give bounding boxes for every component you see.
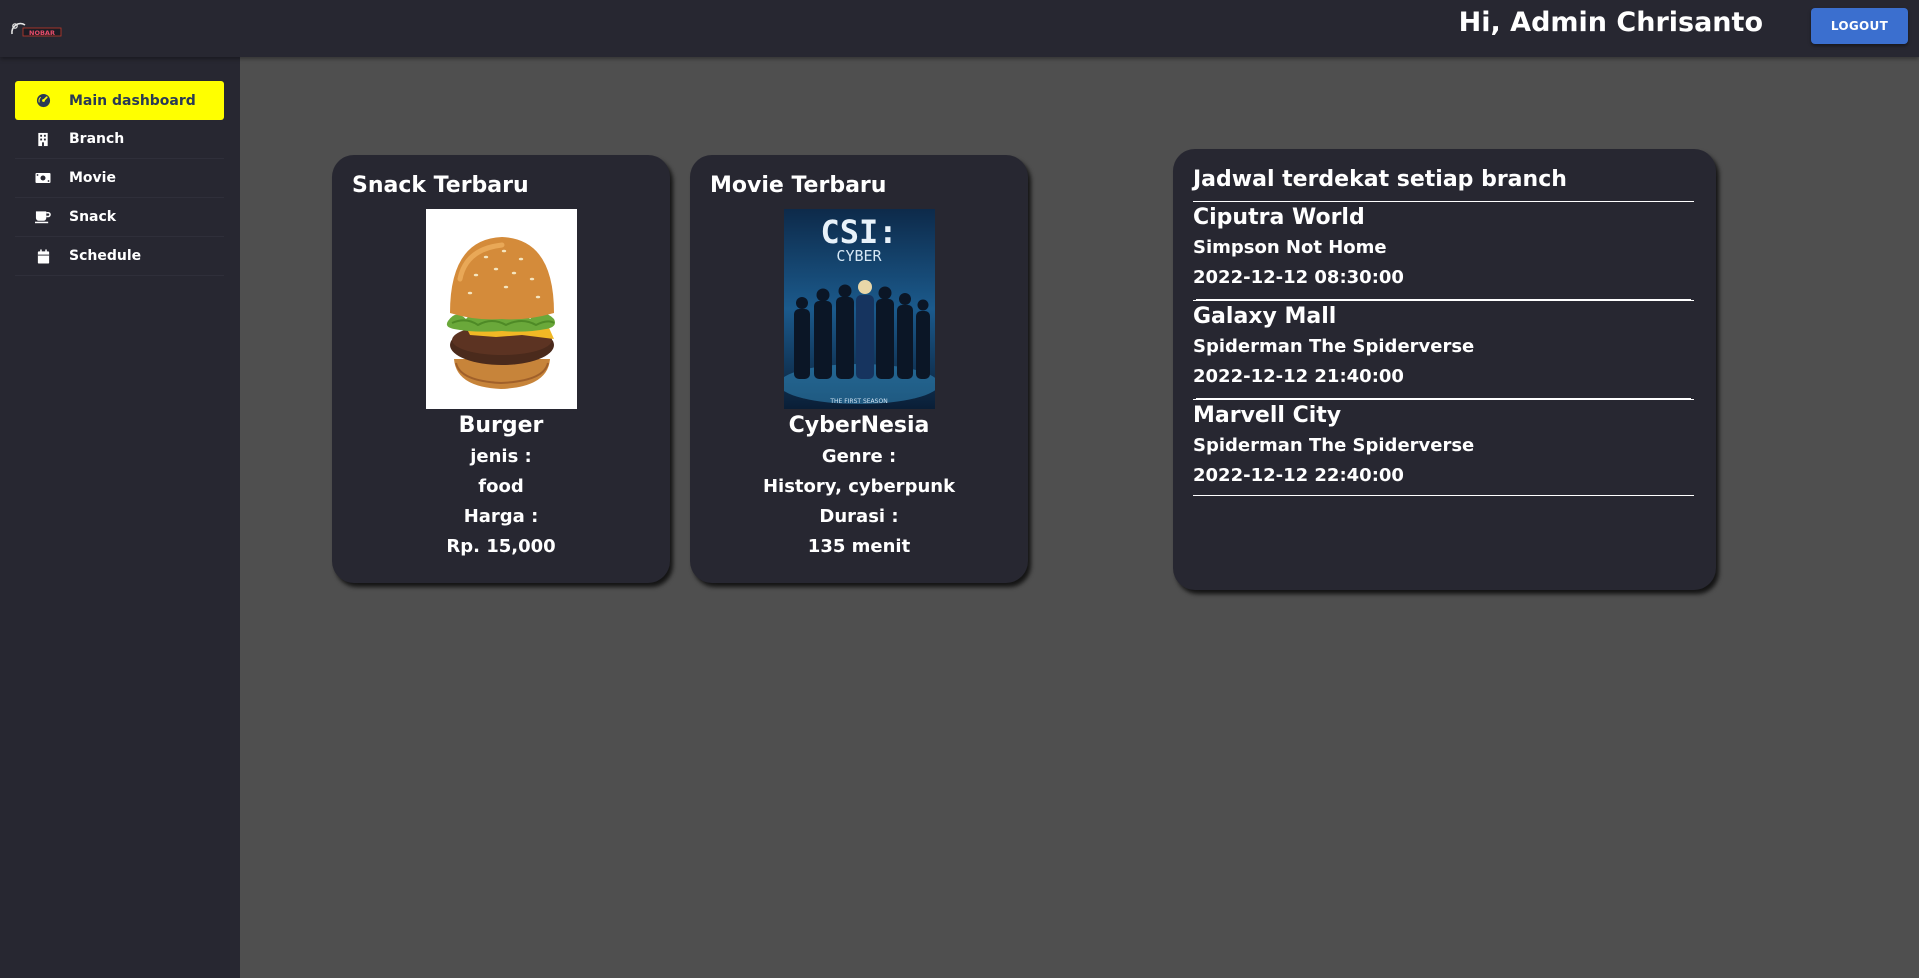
poster-subtitle: CYBER <box>836 247 882 265</box>
schedule-branch: Galaxy Mall <box>1193 304 1337 329</box>
sidebar-item-label: Schedule <box>69 248 142 264</box>
building-icon <box>35 131 51 147</box>
schedule-list: Ciputra World Simpson Not Home 2022-12-1… <box>1193 201 1694 496</box>
snack-type-label: jenis : <box>470 446 532 467</box>
greeting-text: Hi, Admin Chrisanto <box>1458 7 1763 38</box>
poster-caption: THE FIRST SEASON <box>829 398 887 405</box>
sidebar-item-snack[interactable]: Snack <box>15 198 224 237</box>
sidebar: Main dashboard Branch Movie Snack Schedu… <box>0 57 240 978</box>
logout-button[interactable]: LOGOUT <box>1811 8 1908 44</box>
sidebar-item-label: Branch <box>69 131 125 147</box>
top-bar: NOBAR Hi, Admin Chrisanto LOGOUT <box>0 0 1919 57</box>
snack-card: Snack Terbaru Burger jenis: food Harga … <box>332 155 670 583</box>
burger-image <box>426 209 577 409</box>
movie-card-title: Movie Terbaru <box>710 173 887 198</box>
movie-name: CyberNesia <box>788 413 930 438</box>
sidebar-item-label: Snack <box>69 209 117 225</box>
schedule-branch: Ciputra World <box>1193 205 1365 230</box>
movie-poster: CSI: CYBER THE FIRST SEASON <box>779 209 939 409</box>
snack-card-title: Snack Terbaru <box>352 173 529 198</box>
dashboard-icon <box>35 93 51 109</box>
snack-price-label: Harga : <box>463 506 539 527</box>
schedule-movie: Spiderman The Spiderverse <box>1193 336 1475 357</box>
snack-details: Burger jenis : food Harga : Rp. 15,000 <box>332 410 670 562</box>
movie-duration-value: 135 menit <box>807 536 911 557</box>
schedule-entry: Ciputra World Simpson Not Home 2022-12-1… <box>1193 201 1694 297</box>
sidebar-item-movie[interactable]: Movie <box>15 159 224 198</box>
schedule-movie: Spiderman The Spiderverse <box>1193 435 1475 456</box>
movie-card: Movie Terbaru CSI: CYBER THE FIRST SEASO… <box>690 155 1028 583</box>
movie-details: CyberNesia Genre : History, cyberpunk Du… <box>690 410 1028 562</box>
schedule-card: Jadwal terdekat setiap branch Ciputra Wo… <box>1173 149 1716 590</box>
movie-genre-value: History, cyberpunk <box>762 476 956 497</box>
ticket-icon <box>35 170 51 186</box>
schedule-entry: Galaxy Mall Spiderman The Spiderverse 20… <box>1193 300 1694 396</box>
sidebar-nav: Main dashboard Branch Movie Snack Schedu… <box>15 81 224 276</box>
snack-price-value: Rp. 15,000 <box>446 536 556 557</box>
schedule-time: 2022-12-12 21:40:00 <box>1193 366 1404 387</box>
schedule-time: 2022-12-12 08:30:00 <box>1193 267 1404 288</box>
snack-type-value: food <box>478 476 524 497</box>
schedule-movie: Simpson Not Home <box>1193 237 1387 258</box>
sidebar-item-label: Main dashboard <box>69 92 196 109</box>
sidebar-item-schedule[interactable]: Schedule <box>15 237 224 276</box>
snack-name: Burger <box>458 413 544 438</box>
sidebar-item-main-dashboard[interactable]: Main dashboard <box>15 81 224 120</box>
movie-duration-label: Durasi : <box>819 506 899 527</box>
sidebar-item-label: Movie <box>69 170 116 186</box>
app-logo[interactable]: NOBAR <box>10 20 64 38</box>
schedule-card-title: Jadwal terdekat setiap branch <box>1193 167 1567 192</box>
schedule-time: 2022-12-12 22:40:00 <box>1193 465 1404 486</box>
sidebar-item-branch[interactable]: Branch <box>15 120 224 159</box>
calendar-icon <box>35 248 51 264</box>
schedule-entry: Marvell City Spiderman The Spiderverse 2… <box>1193 399 1694 496</box>
schedule-branch: Marvell City <box>1193 403 1342 428</box>
logo-text: NOBAR <box>29 29 55 37</box>
movie-genre-label: Genre : <box>821 446 897 467</box>
poster-title: CSI: <box>820 213 897 251</box>
mug-icon <box>35 209 51 225</box>
